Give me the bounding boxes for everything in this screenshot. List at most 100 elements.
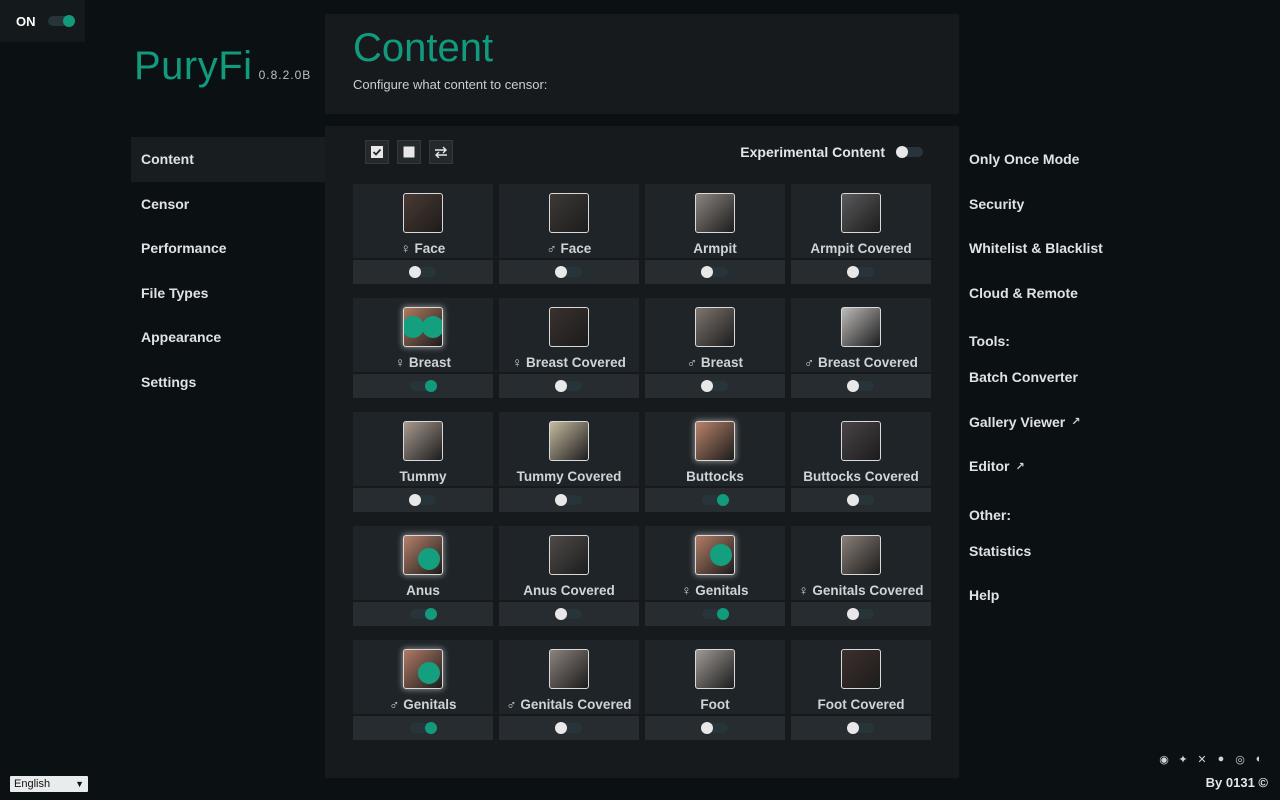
toggle-knob bbox=[62, 15, 75, 27]
power-switch[interactable] bbox=[47, 15, 75, 27]
content-item-toggle[interactable] bbox=[701, 722, 728, 734]
content-item-label: Armpit bbox=[693, 241, 737, 256]
foot-icon bbox=[695, 649, 735, 689]
content-item-toggle-row bbox=[645, 716, 785, 740]
content-item-toggle[interactable] bbox=[555, 266, 582, 278]
toggle-knob bbox=[425, 722, 437, 734]
content-item-toggle[interactable] bbox=[410, 380, 437, 392]
content-item-label: ♂ Breast bbox=[687, 355, 743, 370]
nav-item-censor[interactable]: Censor bbox=[131, 182, 325, 227]
content-item-toggle[interactable] bbox=[555, 608, 582, 620]
content-item-card[interactable]: Foot bbox=[645, 640, 785, 714]
content-item-card[interactable]: ♂ Face bbox=[499, 184, 639, 258]
nav-item-statistics[interactable]: Statistics bbox=[969, 529, 1169, 574]
reddit-icon[interactable]: ● bbox=[1214, 752, 1228, 766]
content-item-card[interactable]: Tummy Covered bbox=[499, 412, 639, 486]
nav-item-file-types[interactable]: File Types bbox=[131, 271, 325, 316]
content-item-toggle[interactable] bbox=[410, 722, 437, 734]
nav-item-performance[interactable]: Performance bbox=[131, 226, 325, 271]
content-item-toggle-row bbox=[353, 488, 493, 512]
content-item-toggle[interactable] bbox=[847, 494, 874, 506]
content-item-card[interactable]: ♀ Face bbox=[353, 184, 493, 258]
nav-item-whitelist-blacklist[interactable]: Whitelist & Blacklist bbox=[969, 226, 1169, 271]
toggle-knob bbox=[409, 266, 421, 278]
nav-item-content[interactable]: Content bbox=[131, 137, 325, 182]
bluesky-icon[interactable]: ✦ bbox=[1176, 752, 1190, 766]
buttocks-icon bbox=[695, 421, 735, 461]
nav-item-label: Editor bbox=[969, 458, 1010, 475]
nav-item-help[interactable]: Help bbox=[969, 573, 1169, 618]
invert-selection-button[interactable] bbox=[429, 140, 453, 164]
nav-item-gallery-viewer[interactable]: Gallery Viewer ↗ bbox=[969, 400, 1169, 445]
select-all-button[interactable] bbox=[365, 140, 389, 164]
content-item-toggle[interactable] bbox=[410, 608, 437, 620]
male-genitals-covered-icon bbox=[549, 649, 589, 689]
content-item-toggle[interactable] bbox=[555, 722, 582, 734]
content-item-card[interactable]: Anus Covered bbox=[499, 526, 639, 600]
nav-item-cloud-remote[interactable]: Cloud & Remote bbox=[969, 271, 1169, 316]
content-item-card[interactable]: ♂ Breast Covered bbox=[791, 298, 931, 372]
discord-icon[interactable]: ◉ bbox=[1157, 752, 1171, 766]
content-item: Foot bbox=[645, 640, 785, 740]
female-breast-icon bbox=[403, 307, 443, 347]
toggle-knob bbox=[555, 266, 567, 278]
content-item-card[interactable]: ♀ Breast Covered bbox=[499, 298, 639, 372]
content-item-card[interactable]: Tummy bbox=[353, 412, 493, 486]
content-item-card[interactable]: Armpit Covered bbox=[791, 184, 931, 258]
github-icon[interactable]: ◎ bbox=[1233, 752, 1247, 766]
content-item-card[interactable]: Anus bbox=[353, 526, 493, 600]
content-item-toggle-row bbox=[645, 260, 785, 284]
male-face-icon bbox=[549, 193, 589, 233]
selection-toolbar bbox=[365, 140, 453, 164]
nav-item-appearance[interactable]: Appearance bbox=[131, 315, 325, 360]
left-nav: Content Censor Performance File Types Ap… bbox=[131, 137, 325, 404]
content-item-card[interactable]: ♀ Genitals bbox=[645, 526, 785, 600]
content-item-card[interactable]: Foot Covered bbox=[791, 640, 931, 714]
nav-item-editor[interactable]: Editor ↗ bbox=[969, 444, 1169, 489]
toggle-knob bbox=[425, 380, 437, 392]
swap-arrows-icon bbox=[435, 146, 447, 158]
content-item-toggle[interactable] bbox=[701, 380, 728, 392]
content-item-label: ♂ Breast Covered bbox=[804, 355, 918, 370]
content-item-toggle[interactable] bbox=[555, 494, 582, 506]
content-item-toggle[interactable] bbox=[409, 266, 436, 278]
content-item-toggle[interactable] bbox=[701, 266, 728, 278]
content-item-toggle[interactable] bbox=[555, 380, 582, 392]
content-item-card[interactable]: ♂ Genitals bbox=[353, 640, 493, 714]
experimental-content-toggle[interactable] bbox=[896, 146, 923, 158]
content-item: Buttocks Covered bbox=[791, 412, 931, 512]
toggle-knob bbox=[701, 380, 713, 392]
checkbox-empty-icon bbox=[403, 146, 415, 158]
patreon-icon[interactable]: ◐ bbox=[1252, 752, 1266, 766]
content-item: ♀ Face bbox=[353, 184, 493, 284]
content-item-label: Tummy Covered bbox=[516, 469, 622, 484]
content-item-card[interactable]: ♀ Genitals Covered bbox=[791, 526, 931, 600]
content-item-toggle[interactable] bbox=[847, 722, 874, 734]
content-item: ♂ Genitals Covered bbox=[499, 640, 639, 740]
content-item-card[interactable]: ♂ Genitals Covered bbox=[499, 640, 639, 714]
content-item-toggle-row bbox=[791, 602, 931, 626]
content-item-toggle[interactable] bbox=[409, 494, 436, 506]
nav-item-only-once-mode[interactable]: Only Once Mode bbox=[969, 137, 1169, 182]
nav-item-label: Only Once Mode bbox=[969, 151, 1080, 168]
deselect-all-button[interactable] bbox=[397, 140, 421, 164]
x-icon[interactable]: ✕ bbox=[1195, 752, 1209, 766]
content-item-toggle[interactable] bbox=[847, 608, 874, 620]
content-item-card[interactable]: Buttocks Covered bbox=[791, 412, 931, 486]
content-item-toggle[interactable] bbox=[702, 494, 729, 506]
content-item-toggle[interactable] bbox=[847, 266, 874, 278]
nav-item-security[interactable]: Security bbox=[969, 182, 1169, 227]
content-item-toggle[interactable] bbox=[847, 380, 874, 392]
content-item-card[interactable]: ♀ Breast bbox=[353, 298, 493, 372]
content-item-toggle-row bbox=[645, 374, 785, 398]
content-item: Anus bbox=[353, 526, 493, 626]
checkbox-checked-icon bbox=[371, 146, 383, 158]
nav-item-batch-converter[interactable]: Batch Converter bbox=[969, 355, 1169, 400]
content-item-card[interactable]: ♂ Breast bbox=[645, 298, 785, 372]
language-select[interactable]: English ▼ bbox=[10, 776, 88, 792]
nav-item-settings[interactable]: Settings bbox=[131, 360, 325, 405]
content-item-card[interactable]: Buttocks bbox=[645, 412, 785, 486]
content-item-toggle[interactable] bbox=[702, 608, 729, 620]
content-item-card[interactable]: Armpit bbox=[645, 184, 785, 258]
power-toggle[interactable]: ON bbox=[0, 0, 85, 42]
